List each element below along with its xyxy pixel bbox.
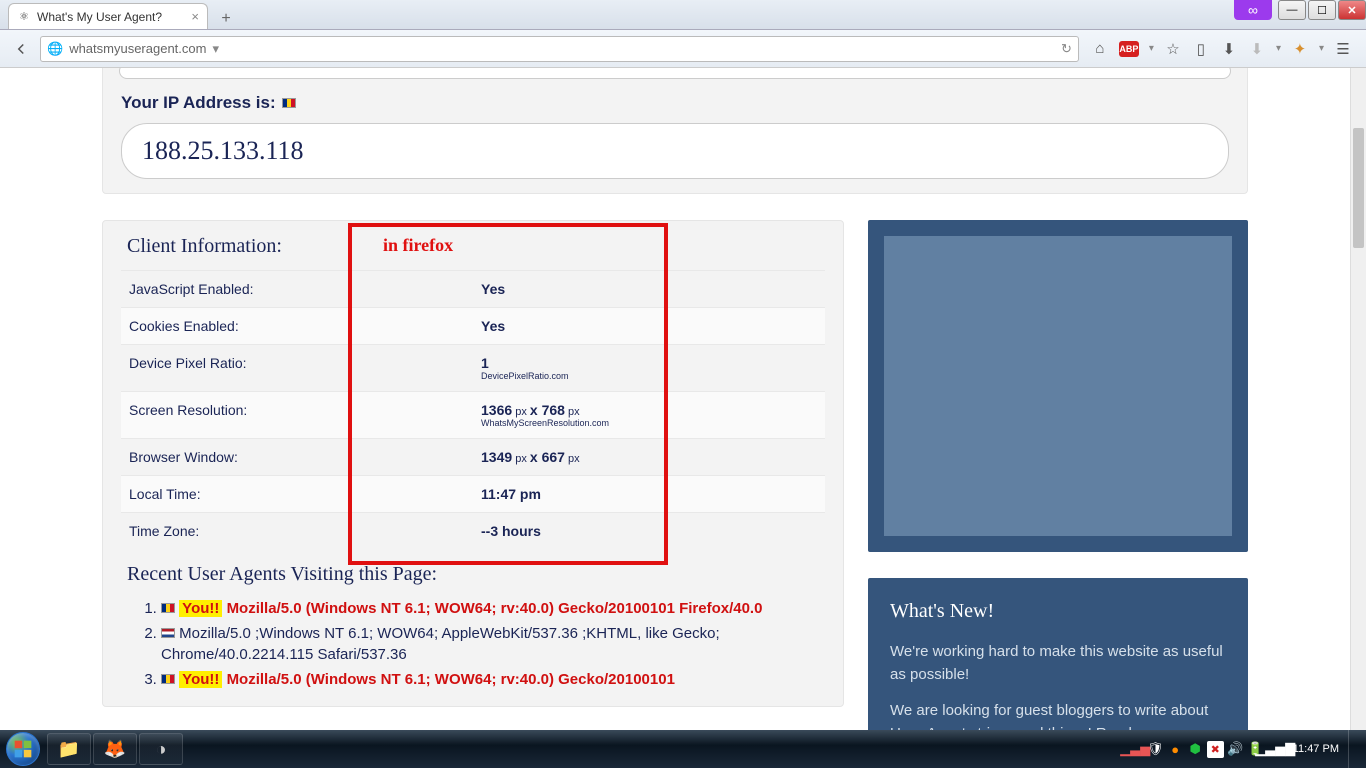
globe-icon: 🌐 xyxy=(47,41,63,57)
info-value: 1349 px x 667 px xyxy=(473,439,825,476)
tray-update-icon[interactable]: ✖ xyxy=(1207,741,1224,758)
whats-new-p2: We are looking for guest bloggers to wri… xyxy=(890,700,1226,730)
list-item: You!! Mozilla/5.0 (Windows NT 6.1; WOW64… xyxy=(161,596,825,621)
ip-label: Your IP Address is: xyxy=(121,93,1229,113)
whats-new-panel: What's New! We're working hard to make t… xyxy=(868,578,1248,730)
recent-heading: Recent User Agents Visiting this Page: xyxy=(121,549,825,596)
info-label: Time Zone: xyxy=(121,513,473,550)
extension-icon[interactable]: ✦ xyxy=(1291,40,1309,58)
list-item: You!! Mozilla/5.0 (Windows NT 6.1; WOW64… xyxy=(161,667,825,692)
address-bar[interactable]: 🌐 whatsmyuseragent.com ▾ ↻ xyxy=(40,36,1079,62)
taskbar-app[interactable]: ◑ xyxy=(139,733,183,765)
info-value: 11:47 pm xyxy=(473,476,825,513)
tray-chart-icon[interactable]: ▁▃▅ xyxy=(1127,741,1144,758)
new-tab-button[interactable]: + xyxy=(214,9,238,29)
info-value: Yes xyxy=(473,271,825,308)
info-value: --3 hours xyxy=(473,513,825,550)
table-row: Local Time:11:47 pm xyxy=(121,476,825,513)
maximize-button[interactable]: ☐ xyxy=(1308,0,1336,20)
bookmark-star-icon[interactable]: ☆ xyxy=(1164,40,1182,58)
vertical-scrollbar[interactable] xyxy=(1350,68,1366,730)
info-label: Device Pixel Ratio: xyxy=(121,345,473,392)
downloads-dropdown-icon[interactable]: ⬇ xyxy=(1248,40,1266,58)
tab-favicon: ⚛ xyxy=(17,10,31,24)
recent-list: You!! Mozilla/5.0 (Windows NT 6.1; WOW64… xyxy=(121,596,825,692)
info-label: Screen Resolution: xyxy=(121,392,473,439)
ad-placeholder[interactable] xyxy=(884,236,1232,536)
whats-new-p1: We're working hard to make this website … xyxy=(890,641,1226,686)
url-dropdown-icon[interactable]: ▾ xyxy=(212,41,219,57)
taskbar-firefox[interactable]: 🦊 xyxy=(93,733,137,765)
downloads-icon[interactable]: ⬇ xyxy=(1220,40,1238,58)
flag-romania-icon xyxy=(282,98,296,108)
tab-close-icon[interactable]: × xyxy=(191,9,199,24)
client-info-table: JavaScript Enabled:YesCookies Enabled:Ye… xyxy=(121,270,825,549)
back-button[interactable] xyxy=(8,36,34,62)
adblock-icon[interactable]: ABP xyxy=(1119,41,1139,57)
list-item: Mozilla/5.0 ;Windows NT 6.1; WOW64; Appl… xyxy=(161,621,825,667)
flag-netherlands-icon xyxy=(161,628,175,638)
tray-volume-icon[interactable]: 🔊 xyxy=(1227,741,1244,758)
annotation-label: in firefox xyxy=(383,235,453,256)
table-row: JavaScript Enabled:Yes xyxy=(121,271,825,308)
info-label: Local Time: xyxy=(121,476,473,513)
table-row: Device Pixel Ratio:1DevicePixelRatio.com xyxy=(121,345,825,392)
abp-dropdown-icon[interactable]: ▾ xyxy=(1149,43,1154,54)
info-value: Yes xyxy=(473,308,825,345)
show-desktop-button[interactable] xyxy=(1348,730,1358,768)
table-row: Browser Window:1349 px x 667 px xyxy=(121,439,825,476)
mask-extension-button[interactable]: ∞ xyxy=(1234,0,1272,20)
whats-new-heading: What's New! xyxy=(890,600,1226,623)
info-sublink[interactable]: DevicePixelRatio.com xyxy=(481,371,817,381)
taskbar-clock[interactable]: 11:47 PM xyxy=(1287,743,1345,755)
client-info-heading: Client Information: xyxy=(121,221,825,270)
you-badge: You!! xyxy=(179,600,222,617)
tray-orange-icon[interactable]: ● xyxy=(1167,741,1184,758)
system-tray: ▁▃▅ 🛡 ● ⬢ ✖ 🔊 🔋 ▁▃▅▇ 11:47 PM xyxy=(1127,730,1366,768)
tab-strip: ⚛ What's My User Agent? × + xyxy=(0,0,1366,30)
navigation-bar: 🌐 whatsmyuseragent.com ▾ ↻ ⌂ ABP ▾ ☆ ▯ ⬇… xyxy=(0,30,1366,68)
page-content: Your IP Address is: 188.25.133.118 Clien… xyxy=(0,68,1350,730)
you-badge: You!! xyxy=(179,671,222,688)
menu-icon[interactable]: ☰ xyxy=(1334,40,1352,58)
extension-dropdown-icon[interactable]: ▾ xyxy=(1319,43,1324,54)
ua-string: Mozilla/5.0 (Windows NT 6.1; WOW64; rv:4… xyxy=(227,671,675,688)
reload-icon[interactable]: ↻ xyxy=(1055,41,1072,57)
tray-green-icon[interactable]: ⬢ xyxy=(1187,741,1204,758)
url-text: whatsmyuseragent.com xyxy=(69,41,206,56)
tab-title: What's My User Agent? xyxy=(37,10,162,24)
info-label: JavaScript Enabled: xyxy=(121,271,473,308)
ua-string: Mozilla/5.0 (Windows NT 6.1; WOW64; rv:4… xyxy=(227,600,763,617)
browser-tab[interactable]: ⚛ What's My User Agent? × xyxy=(8,3,208,29)
reading-list-icon[interactable]: ▯ xyxy=(1192,40,1210,58)
ad-panel xyxy=(868,220,1248,552)
flag-romania-icon xyxy=(161,603,175,613)
taskbar-explorer[interactable]: 📁 xyxy=(47,733,91,765)
info-value: 1366 px x 768 px WhatsMyScreenResolution… xyxy=(473,392,825,439)
table-row: Cookies Enabled:Yes xyxy=(121,308,825,345)
info-label: Cookies Enabled: xyxy=(121,308,473,345)
home-icon[interactable]: ⌂ xyxy=(1091,40,1109,58)
ua-string: Mozilla/5.0 ;Windows NT 6.1; WOW64; Appl… xyxy=(161,625,720,663)
tray-wifi-icon[interactable]: ▁▃▅▇ xyxy=(1267,741,1284,758)
taskbar: 📁 🦊 ◑ ▁▃▅ 🛡 ● ⬢ ✖ 🔊 🔋 ▁▃▅▇ 11:47 PM xyxy=(0,730,1366,768)
info-sublink[interactable]: WhatsMyScreenResolution.com xyxy=(481,418,817,428)
table-row: Time Zone:--3 hours xyxy=(121,513,825,550)
tray-shield-icon[interactable]: 🛡 xyxy=(1147,741,1164,758)
flag-romania-icon xyxy=(161,674,175,684)
ip-value: 188.25.133.118 xyxy=(121,123,1229,179)
scrollbar-thumb[interactable] xyxy=(1353,128,1364,248)
table-row: Screen Resolution:1366 px x 768 px Whats… xyxy=(121,392,825,439)
close-window-button[interactable]: ✕ xyxy=(1338,0,1366,20)
info-value: 1DevicePixelRatio.com xyxy=(473,345,825,392)
start-button[interactable] xyxy=(0,730,46,768)
toolbar-dropdown-icon[interactable]: ▾ xyxy=(1276,43,1281,54)
info-label: Browser Window: xyxy=(121,439,473,476)
minimize-button[interactable]: — xyxy=(1278,0,1306,20)
